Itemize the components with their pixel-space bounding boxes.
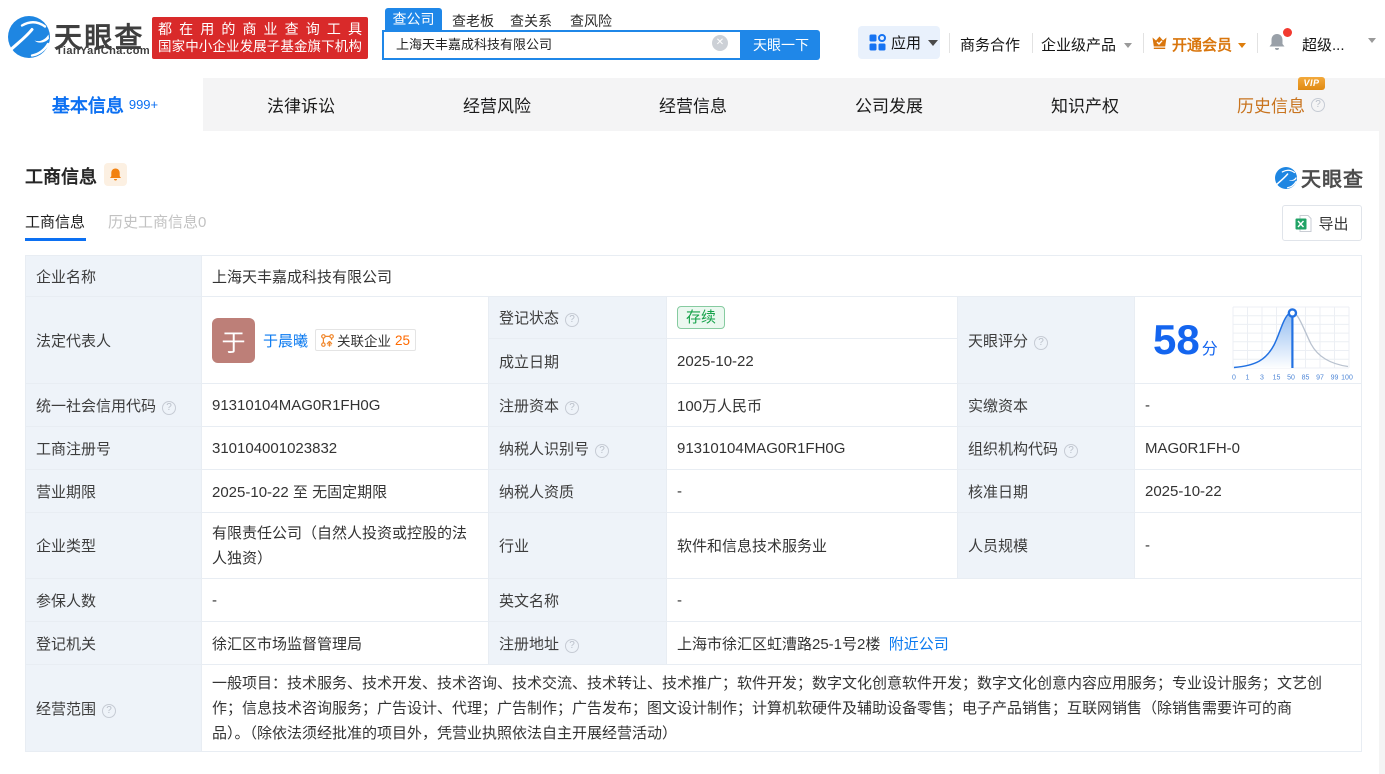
svg-text:3: 3 (1260, 374, 1264, 381)
svg-text:85: 85 (1302, 374, 1310, 381)
svg-text:97: 97 (1316, 374, 1324, 381)
svg-text:1: 1 (1246, 374, 1250, 381)
svg-text:100: 100 (1341, 374, 1353, 381)
svg-text:99: 99 (1331, 374, 1339, 381)
svg-text:15: 15 (1273, 374, 1281, 381)
svg-text:0: 0 (1232, 374, 1236, 381)
svg-text:50: 50 (1287, 374, 1295, 381)
